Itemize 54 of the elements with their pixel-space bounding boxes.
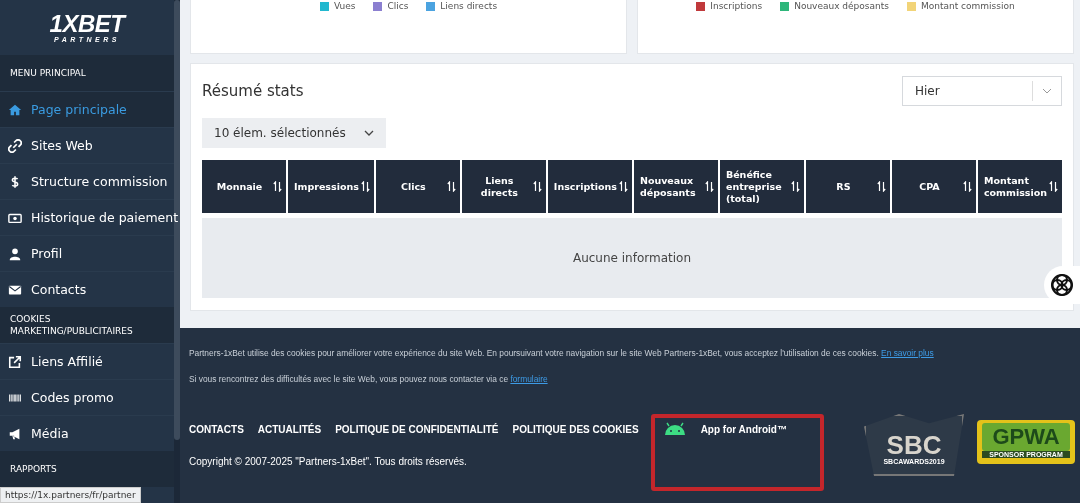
- column-header[interactable]: RS: [805, 160, 890, 213]
- sort-icon: [273, 181, 282, 192]
- sort-icon: [876, 181, 886, 192]
- legend-label: Vues: [333, 1, 356, 11]
- sort-icon: [618, 181, 628, 192]
- legend-label: Montant commission: [920, 1, 1015, 11]
- column-header[interactable]: Monnaie: [202, 160, 286, 213]
- contact-notice: Si vous rencontrez des difficultés avec le site Web, vous pouvez nous contacter via ce formulaire: [189, 374, 549, 384]
- column-header[interactable]: Bénéfice entreprise (total): [719, 160, 804, 213]
- status-url: https://1x.partners/fr/partner: [0, 487, 141, 503]
- sort-icon: [1049, 181, 1058, 192]
- column-header[interactable]: CPA: [891, 160, 976, 213]
- column-select[interactable]: 10 élem. sélectionnés: [202, 118, 386, 148]
- legend-label: Inscriptions: [710, 1, 763, 11]
- android-app-link[interactable]: App for Android™: [700, 423, 787, 435]
- column-header[interactable]: Liens directs: [461, 160, 546, 213]
- caret-icon: [363, 130, 374, 136]
- external-icon: [8, 354, 22, 369]
- column-header[interactable]: Nouveaux déposants: [633, 160, 718, 213]
- sort-icon: [704, 181, 714, 192]
- form-link[interactable]: formulaire: [510, 374, 548, 384]
- home-icon: [8, 102, 22, 117]
- footer-link[interactable]: POLITIQUE DES COOKIES: [512, 423, 639, 435]
- legend-label: Liens directs: [440, 1, 498, 11]
- section-heading: COOKIES MARKETING/PUBLICITAIRES: [0, 307, 174, 343]
- menu-item[interactable]: Page principale: [0, 91, 174, 127]
- card-title: Résumé stats: [202, 82, 304, 100]
- megaphone-icon: [8, 426, 22, 441]
- flower-icon: [1049, 272, 1075, 298]
- android-icon: [662, 422, 687, 436]
- sort-icon: [962, 181, 972, 192]
- sort-icon: [790, 181, 800, 192]
- learn-more-link[interactable]: En savoir plus: [881, 348, 934, 358]
- column-header[interactable]: Impressions: [288, 160, 374, 213]
- caret-icon: [1042, 88, 1052, 94]
- column-header[interactable]: Montant commission: [977, 160, 1062, 213]
- footer-link[interactable]: POLITIQUE DE CONFIDENTIALITÉ: [335, 423, 499, 435]
- section-heading: RAPPORTS: [0, 451, 174, 487]
- footer-link[interactable]: CONTACTS: [189, 423, 244, 435]
- legend-label: Nouveaux déposants: [794, 1, 889, 11]
- period-dropdown[interactable]: Hier: [902, 76, 1062, 106]
- sort-icon: [446, 181, 456, 192]
- sort-icon: [360, 181, 370, 192]
- user-icon: [8, 246, 22, 261]
- column-header[interactable]: Clics: [375, 160, 460, 213]
- sort-icon: [532, 181, 542, 192]
- copyright: Copyright © 2007-2025 "Partners-1xBet". Tous droits réservés.: [189, 456, 467, 467]
- section-heading: MENU PRINCIPAL: [0, 55, 174, 91]
- footer-link[interactable]: ACTUALITÉS: [257, 423, 322, 435]
- column-header[interactable]: Inscriptions: [547, 160, 632, 213]
- empty-message: Aucune information: [572, 251, 692, 265]
- cookie-notice: Partners-1xBet utilise des cookies pour améliorer votre expérience du site Web. En poursuivant votre navigation sur le site Web Partners-1xBet, vous acceptez l'utilisation de ces cookies. En savoir plus: [189, 348, 935, 358]
- link-icon: [8, 138, 22, 153]
- legend-label: Clics: [387, 1, 409, 11]
